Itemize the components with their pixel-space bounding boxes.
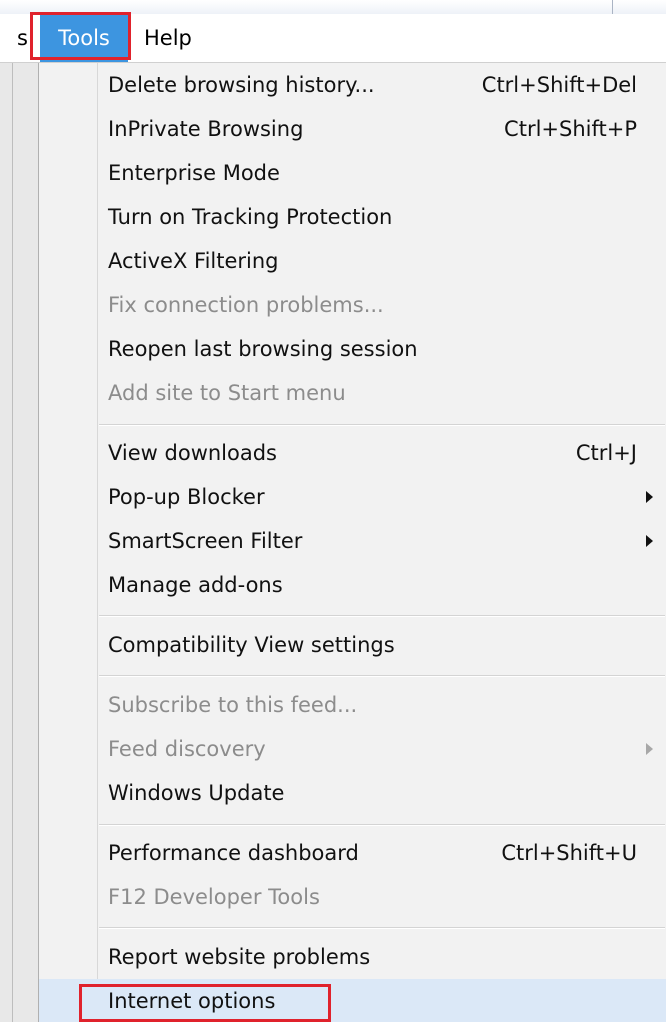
menu-separator	[99, 675, 665, 677]
menu-item-label: Reopen last browsing session	[108, 337, 418, 361]
menu-item-shortcut: Ctrl+Shift+Del	[481, 73, 637, 97]
menu-item-inprivate-browsing[interactable]: InPrivate Browsing Ctrl+Shift+P	[39, 107, 666, 151]
menu-separator	[99, 824, 665, 826]
menu-bar: s Tools Help	[0, 14, 666, 63]
tools-dropdown-menu: Delete browsing history... Ctrl+Shift+De…	[38, 63, 666, 1022]
menu-item-f12-developer-tools: F12 Developer Tools	[39, 875, 666, 919]
menu-item-label: Report website problems	[108, 945, 371, 969]
left-strip-divider	[12, 63, 13, 1022]
menu-item-reopen-last-session[interactable]: Reopen last browsing session	[39, 327, 666, 371]
menu-separator	[99, 615, 665, 617]
menu-item-label: SmartScreen Filter	[108, 529, 303, 553]
menubar-item-favorites-partial[interactable]: s	[0, 14, 28, 62]
menu-item-label: Add site to Start menu	[108, 381, 346, 405]
menu-item-label: Turn on Tracking Protection	[108, 205, 393, 229]
menu-item-feed-discovery: Feed discovery	[39, 727, 666, 771]
menu-item-label: InPrivate Browsing	[108, 117, 304, 141]
menu-item-label: F12 Developer Tools	[108, 885, 320, 909]
menu-item-smartscreen-filter[interactable]: SmartScreen Filter	[39, 519, 666, 563]
menu-item-fix-connection-problems: Fix connection problems...	[39, 283, 666, 327]
menubar-item-help[interactable]: Help	[144, 14, 192, 62]
window-left-strip	[0, 63, 38, 1022]
menu-item-delete-browsing-history[interactable]: Delete browsing history... Ctrl+Shift+De…	[39, 63, 666, 107]
menu-item-label: Feed discovery	[108, 737, 266, 761]
submenu-arrow-icon	[646, 535, 653, 547]
menu-item-label: Windows Update	[108, 781, 285, 805]
submenu-arrow-icon	[646, 743, 653, 755]
window-top-edge	[0, 0, 666, 15]
menu-item-manage-addons[interactable]: Manage add-ons	[39, 563, 666, 607]
menu-item-label: Performance dashboard	[108, 841, 359, 865]
menu-item-performance-dashboard[interactable]: Performance dashboard Ctrl+Shift+U	[39, 831, 666, 875]
menu-item-shortcut: Ctrl+Shift+U	[501, 841, 637, 865]
menu-item-label: Delete browsing history...	[108, 73, 375, 97]
menu-item-enterprise-mode[interactable]: Enterprise Mode	[39, 151, 666, 195]
menu-item-popup-blocker[interactable]: Pop-up Blocker	[39, 475, 666, 519]
menu-item-shortcut: Ctrl+Shift+P	[504, 117, 637, 141]
menu-item-view-downloads[interactable]: View downloads Ctrl+J	[39, 431, 666, 475]
menu-separator	[99, 424, 665, 426]
menu-separator	[99, 927, 665, 929]
menu-item-activex-filtering[interactable]: ActiveX Filtering	[39, 239, 666, 283]
menu-item-compatibility-view[interactable]: Compatibility View settings	[39, 623, 666, 667]
menu-item-label: View downloads	[108, 441, 277, 465]
menu-item-shortcut: Ctrl+J	[575, 441, 637, 465]
menubar-item-tools[interactable]: Tools	[40, 14, 128, 62]
menu-item-label: Compatibility View settings	[108, 633, 395, 657]
menu-item-label: Pop-up Blocker	[108, 485, 265, 509]
menu-item-report-website-problems[interactable]: Report website problems	[39, 935, 666, 979]
menu-item-label: Subscribe to this feed...	[108, 693, 358, 717]
menu-item-label: Internet options	[108, 989, 276, 1013]
menu-item-windows-update[interactable]: Windows Update	[39, 771, 666, 815]
top-edge-divider	[612, 0, 613, 14]
menu-item-label: Fix connection problems...	[108, 293, 384, 317]
menu-item-label: Manage add-ons	[108, 573, 283, 597]
submenu-arrow-icon	[646, 491, 653, 503]
menu-item-subscribe-feed: Subscribe to this feed...	[39, 683, 666, 727]
menu-item-add-site-to-start: Add site to Start menu	[39, 371, 666, 415]
menu-item-label: Enterprise Mode	[108, 161, 280, 185]
ie-tools-menu-screen: s Tools Help Delete browsing history... …	[0, 0, 666, 1022]
menu-item-internet-options[interactable]: Internet options	[39, 979, 666, 1022]
menu-item-tracking-protection[interactable]: Turn on Tracking Protection	[39, 195, 666, 239]
menu-item-label: ActiveX Filtering	[108, 249, 279, 273]
